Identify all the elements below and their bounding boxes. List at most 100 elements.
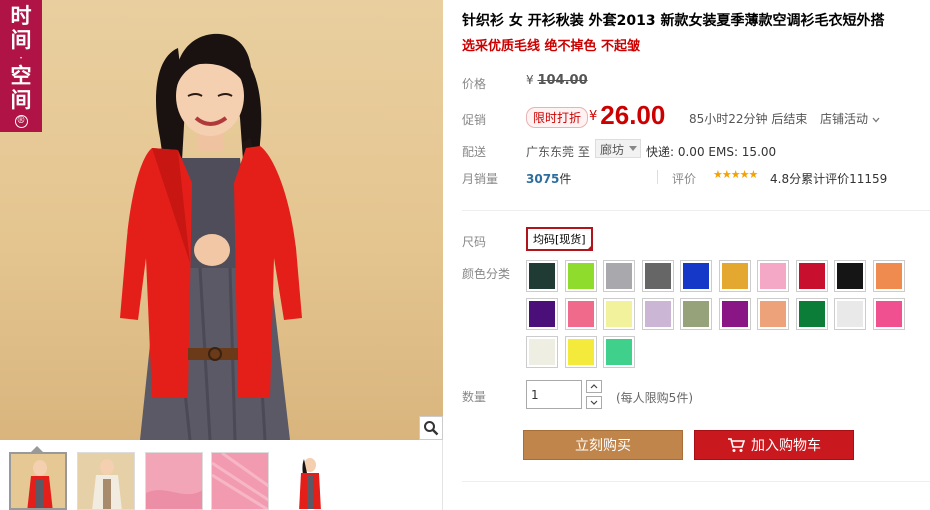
buy-now-button[interactable]: 立刻购买: [523, 430, 683, 460]
brand-logo: 时 间 · 空 间 ®: [0, 0, 42, 132]
color-swatch[interactable]: [564, 260, 597, 292]
swatch-color: [875, 263, 902, 289]
swatch-color: [721, 301, 748, 327]
color-swatch[interactable]: [641, 298, 674, 330]
swatch-color: [760, 263, 786, 289]
thumbnail-1[interactable]: [9, 452, 67, 510]
quantity-input[interactable]: [526, 380, 582, 409]
original-price: ¥ 104.00: [526, 73, 588, 88]
thumb-image: [78, 453, 134, 509]
size-label: 尺码: [462, 235, 487, 249]
chevron-up-icon: [590, 384, 598, 389]
color-swatch[interactable]: [718, 298, 751, 330]
rating-label: 评价: [672, 172, 697, 186]
store-promo-label: 店铺活动: [820, 112, 869, 126]
swatch-color: [567, 263, 594, 289]
swatch-color: [875, 301, 902, 327]
thumbnail-3[interactable]: [145, 452, 203, 510]
color-swatch[interactable]: [641, 260, 674, 292]
color-swatch[interactable]: [603, 336, 635, 368]
quantity-decrement[interactable]: [586, 396, 602, 409]
add-to-cart-button[interactable]: 加入购物车: [694, 430, 854, 460]
swatch-color: [798, 263, 825, 289]
swatch-color: [606, 339, 632, 365]
chevron-down-icon: [872, 117, 880, 123]
zoom-button[interactable]: [419, 416, 443, 440]
thumb-image: [212, 453, 268, 509]
quantity-increment[interactable]: [586, 380, 602, 393]
product-subtitle: 选采优质毛线 绝不掉色 不起皱: [462, 39, 641, 54]
thumb-image: [281, 453, 337, 509]
destination-select[interactable]: 廊坊: [595, 139, 642, 158]
color-swatch[interactable]: [603, 260, 635, 292]
thumbnail-2[interactable]: [77, 452, 135, 510]
sales-count: 3075: [526, 172, 560, 186]
color-swatch[interactable]: [526, 260, 558, 292]
magnifier-icon: [424, 421, 439, 436]
cart-icon: [728, 438, 745, 452]
thumbnail-strip: [0, 446, 443, 510]
divider: [657, 170, 658, 184]
color-swatch[interactable]: [872, 260, 905, 292]
color-swatch[interactable]: [564, 298, 597, 330]
brand-char: 间: [10, 87, 32, 112]
image-gallery: 时 间 · 空 间 ®: [0, 0, 443, 510]
size-option-selected[interactable]: 均码[现货]: [526, 227, 593, 251]
swatch-color: [683, 263, 709, 289]
thumb-image: [11, 454, 65, 508]
swatch-color: [721, 263, 748, 289]
buy-now-label: 立刻购买: [575, 438, 631, 454]
thumbnail-4[interactable]: [211, 452, 269, 510]
brand-char: 空: [10, 63, 32, 88]
swatch-color: [683, 301, 709, 327]
color-swatch[interactable]: [680, 298, 712, 330]
ship-from: 广东东莞 至: [526, 145, 590, 159]
color-swatch[interactable]: [718, 260, 751, 292]
swatch-color: [837, 263, 863, 289]
thumbnail-5[interactable]: [280, 452, 338, 510]
swatch-color: [529, 301, 555, 327]
rating-summary[interactable]: 4.8分累计评价11159: [770, 170, 887, 187]
thumb-image: [146, 453, 202, 509]
swatch-color: [606, 301, 632, 327]
selected-check-icon: [585, 244, 593, 251]
swatch-color: [760, 301, 786, 327]
divider: [462, 481, 930, 482]
size-option-label: 均码[现货]: [533, 233, 586, 246]
product-title: 针织衫 女 开衫秋装 外套2013 新款女装夏季薄款空调衫毛衣短外搭: [462, 13, 885, 29]
color-swatch[interactable]: [795, 260, 828, 292]
add-to-cart-label: 加入购物车: [751, 438, 821, 454]
color-label: 颜色分类: [462, 267, 511, 281]
color-swatch[interactable]: [834, 298, 866, 330]
swatch-color: [529, 263, 555, 289]
shipping-label: 配送: [462, 145, 487, 159]
currency-symbol: ¥: [589, 109, 598, 124]
store-promo-dropdown[interactable]: 店铺活动: [820, 110, 880, 127]
color-swatch[interactable]: [757, 298, 789, 330]
main-product-image[interactable]: 时 间 · 空 间 ®: [0, 0, 443, 440]
brand-char: 间: [10, 27, 32, 52]
sales-label: 月销量: [462, 172, 499, 186]
color-swatch[interactable]: [795, 298, 828, 330]
caret-down-icon: [629, 146, 638, 151]
currency-symbol: ¥: [526, 73, 534, 87]
brand-char: 时: [10, 3, 32, 28]
quantity-label: 数量: [462, 390, 487, 404]
promo-countdown: 85小时22分钟 后结束: [689, 112, 808, 126]
rating-stars: ★★★★★: [713, 168, 758, 181]
color-swatch[interactable]: [680, 260, 712, 292]
swatch-color: [567, 339, 594, 365]
swatch-color: [606, 263, 632, 289]
purchase-limit: (每人限购5件): [616, 391, 693, 405]
product-info: 针织衫 女 开衫秋装 外套2013 新款女装夏季薄款空调衫毛衣短外搭 选采优质毛…: [462, 0, 930, 510]
color-swatch[interactable]: [564, 336, 597, 368]
color-swatch[interactable]: [757, 260, 789, 292]
color-swatch[interactable]: [834, 260, 866, 292]
original-price-value: 104.00: [537, 73, 588, 88]
registered-mark: ®: [14, 115, 28, 128]
color-swatch[interactable]: [526, 298, 558, 330]
color-swatch[interactable]: [526, 336, 558, 368]
promo-badge: 限时打折: [526, 107, 589, 128]
color-swatch[interactable]: [603, 298, 635, 330]
color-swatch[interactable]: [872, 298, 905, 330]
